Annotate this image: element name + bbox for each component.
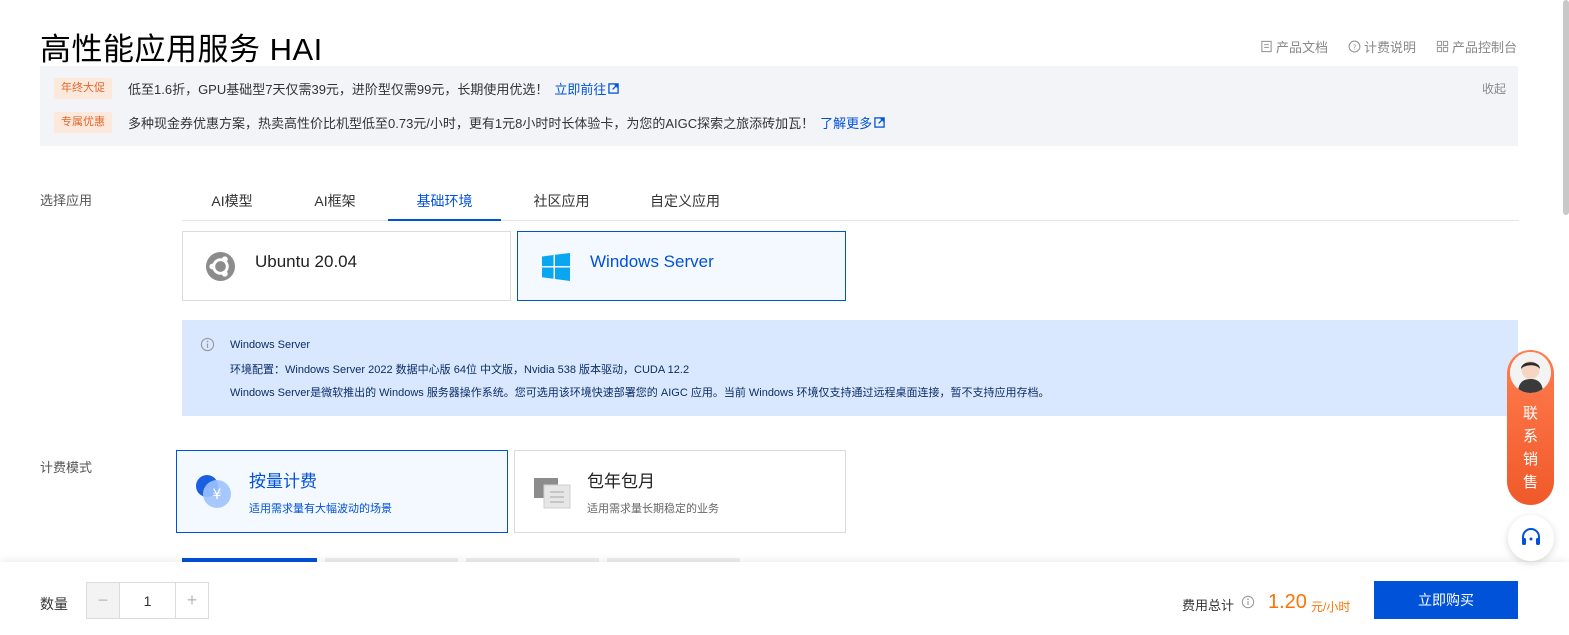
svg-text:¥: ¥ xyxy=(213,487,222,503)
yuan-coin-icon: ¥ xyxy=(196,475,231,508)
sales-avatar-icon xyxy=(1510,352,1551,393)
billing-title: 按量计费 xyxy=(249,472,317,491)
billing-card-monthly[interactable]: 包年包月 适用需求量长期稳定的业务 xyxy=(514,450,846,533)
promo-tag: 专属优惠 xyxy=(54,112,112,133)
tab-ai-model[interactable]: AI模型 xyxy=(182,183,282,221)
contact-sales-label: 联系销售 xyxy=(1523,405,1540,491)
billing-title: 包年包月 xyxy=(587,472,655,491)
product-docs-label: 产品文档 xyxy=(1275,40,1328,55)
info-icon[interactable] xyxy=(1241,595,1255,609)
promo-row-exclusive: 专属优惠 多种现金券优惠方案，热卖高性价比机型低至0.73元/小时，更有1元8小… xyxy=(54,112,885,133)
promo-text: 多种现金券优惠方案，热卖高性价比机型低至0.73元/小时，更有1元8小时时长体验… xyxy=(128,116,815,131)
env-info-config: 环境配置：Windows Server 2022 数据中心版 64位 中文版，N… xyxy=(230,364,690,376)
ubuntu-icon xyxy=(205,251,236,282)
promo-banner: 年终大促 低至1.6折，GPU基础型7天仅需39元，进阶型仅需99元，长期使用优… xyxy=(40,66,1518,146)
learn-more-link[interactable]: 了解更多 xyxy=(820,113,885,132)
billing-mode-label: 计费模式 xyxy=(40,460,93,475)
price-unit: 元/小时 xyxy=(1311,600,1351,614)
help-circle-icon: ? xyxy=(1348,40,1361,53)
select-app-label: 选择应用 xyxy=(40,193,93,208)
buy-now-button[interactable]: 立即购买 xyxy=(1374,581,1518,619)
tab-base-env[interactable]: 基础环境 xyxy=(388,183,501,221)
os-card-windows-server[interactable]: Windows Server xyxy=(517,231,846,301)
quantity-input[interactable] xyxy=(120,583,175,618)
tab-ai-framework[interactable]: AI框架 xyxy=(282,183,388,221)
os-name: Windows Server xyxy=(590,252,714,271)
billing-help-link[interactable]: ? 计费说明 xyxy=(1348,37,1416,56)
page-title: 高性能应用服务 HAI xyxy=(40,32,323,67)
billing-desc: 适用需求量有大幅波动的场景 xyxy=(249,503,392,515)
billing-card-pay-as-you-go[interactable]: ¥ 按量计费 适用需求量有大幅波动的场景 xyxy=(176,450,508,533)
external-link-icon xyxy=(608,83,620,94)
external-link-icon xyxy=(874,117,885,128)
quantity-label: 数量 xyxy=(40,596,68,612)
os-card-ubuntu[interactable]: Ubuntu 20.04 xyxy=(182,231,511,301)
env-info-title: Windows Server xyxy=(230,339,311,351)
quantity-decrement-button[interactable]: − xyxy=(87,583,120,618)
total-cost-label: 费用总计 xyxy=(1182,598,1235,613)
headset-icon xyxy=(1522,528,1540,545)
os-name: Ubuntu 20.04 xyxy=(255,252,358,271)
contact-sales-button[interactable]: 联系销售 xyxy=(1507,350,1554,505)
go-now-link[interactable]: 立即前往 xyxy=(554,79,620,98)
page-scrollbar[interactable] xyxy=(1563,0,1569,215)
billing-desc: 适用需求量长期稳定的业务 xyxy=(587,503,719,515)
go-now-label: 立即前往 xyxy=(554,82,607,97)
product-docs-link[interactable]: 产品文档 xyxy=(1260,37,1328,56)
svg-text:?: ? xyxy=(1353,42,1357,51)
collapse-button[interactable]: 收起 xyxy=(1482,80,1506,97)
purchase-footer: 数量 − + 费用总计 1.20 元/小时 立即购买 xyxy=(0,562,1569,635)
console-link[interactable]: 产品控制台 xyxy=(1436,37,1517,56)
doc-icon xyxy=(1261,40,1272,53)
billing-help-label: 计费说明 xyxy=(1363,40,1416,55)
learn-more-label: 了解更多 xyxy=(820,116,873,131)
env-info-desc: Windows Server是微软推出的 Windows 服务器操作系统。您可选… xyxy=(230,387,1050,399)
info-icon xyxy=(200,337,215,352)
top-links: 产品文档 ? 计费说明 产品控制台 xyxy=(1260,37,1517,56)
promo-tag: 年终大促 xyxy=(54,78,112,99)
promo-row-year-end: 年终大促 低至1.6折，GPU基础型7天仅需39元，进阶型仅需99元，长期使用优… xyxy=(54,78,620,99)
env-info-box: Windows Server 环境配置：Windows Server 2022 … xyxy=(182,320,1518,416)
total-price: 1.20 xyxy=(1268,591,1307,613)
promo-text: 低至1.6折，GPU基础型7天仅需39元，进阶型仅需99元，长期使用优选！ xyxy=(128,82,549,97)
windows-icon xyxy=(542,253,570,281)
app-tabs: AI模型 AI框架 基础环境 社区应用 自定义应用 xyxy=(182,183,1519,221)
customer-service-button[interactable] xyxy=(1508,515,1554,561)
console-label: 产品控制台 xyxy=(1451,40,1517,55)
avatar xyxy=(1510,352,1551,393)
tab-community-apps[interactable]: 社区应用 xyxy=(501,183,622,221)
grid-icon xyxy=(1436,40,1449,53)
calendar-icon xyxy=(534,478,571,509)
tab-custom-apps[interactable]: 自定义应用 xyxy=(622,183,748,221)
quantity-stepper: − + xyxy=(86,582,209,619)
quantity-increment-button[interactable]: + xyxy=(175,583,208,618)
